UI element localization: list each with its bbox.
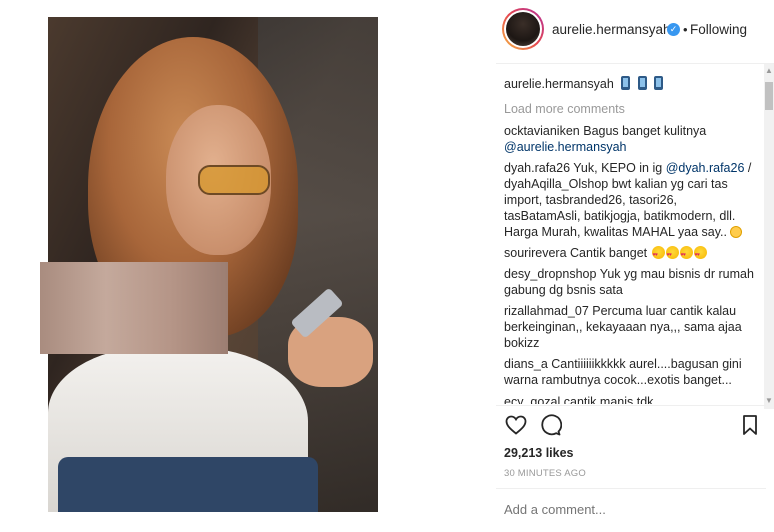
censor-blur-box bbox=[40, 262, 228, 354]
comment-mention[interactable]: @dyah.rafa26 bbox=[666, 161, 745, 175]
comment-item: ecy_gozal cantik manis tdk bbox=[504, 394, 754, 404]
header-divider bbox=[496, 63, 774, 64]
likes-count[interactable]: 29,213 likes bbox=[504, 446, 574, 460]
comment-item: rizallahmad_07 Percuma luar cantik kalau… bbox=[504, 303, 754, 351]
comment-username[interactable]: ocktavianiken bbox=[504, 124, 580, 138]
comment-username[interactable]: dians_a bbox=[504, 357, 548, 371]
photo-sunglasses bbox=[198, 165, 270, 195]
comment-text: cantik manis tdk bbox=[563, 395, 654, 404]
following-button[interactable]: Following bbox=[690, 22, 747, 37]
comment-username[interactable]: dyah.rafa26 bbox=[504, 161, 570, 175]
comment-mention[interactable]: @aurelie.hermansyah bbox=[504, 140, 626, 154]
verified-badge-icon: ✓ bbox=[667, 23, 680, 36]
post-header: aurelie.hermansyah ✓ • Following bbox=[496, 8, 774, 52]
heart-eyes-emoji bbox=[693, 246, 707, 263]
avatar-story-ring[interactable] bbox=[502, 8, 544, 50]
comment-item: ocktavianiken Bagus banget kulitnya @aur… bbox=[504, 123, 754, 155]
add-comment-input[interactable] bbox=[504, 502, 754, 517]
heart-eyes-emoji bbox=[679, 246, 693, 263]
heart-eyes-emoji bbox=[665, 246, 679, 263]
post-timestamp: 30 MINUTES AGO bbox=[504, 468, 586, 479]
comment-username[interactable]: ecy_gozal bbox=[504, 395, 560, 404]
comment-item: desy_dropnshop Yuk yg mau bisnis dr ruma… bbox=[504, 266, 754, 298]
caption: aurelie.hermansyah bbox=[504, 76, 664, 92]
comments-list: aurelie.hermansyah Load more comments oc… bbox=[504, 74, 766, 404]
comment-username[interactable]: desy_dropnshop bbox=[504, 267, 596, 281]
comment-text: Bagus banget kulitnya bbox=[583, 124, 707, 138]
speech-bubble-icon[interactable] bbox=[538, 413, 562, 437]
comment-username[interactable]: rizallahmad_07 bbox=[504, 304, 589, 318]
comments-scrollbar[interactable]: ▲ ▼ bbox=[764, 64, 774, 409]
mobile-phone-emoji bbox=[637, 76, 647, 90]
comment-box-divider bbox=[496, 488, 766, 489]
photo-jeans bbox=[58, 457, 318, 512]
comment-username[interactable]: sourirevera bbox=[504, 246, 567, 260]
post-actions bbox=[504, 413, 766, 439]
caption-username[interactable]: aurelie.hermansyah bbox=[504, 77, 614, 91]
header-separator: • bbox=[683, 22, 688, 37]
heart-eyes-emoji bbox=[651, 246, 665, 263]
post-side-panel: aurelie.hermansyah ✓ • Following aurelie… bbox=[496, 0, 774, 532]
comment-item: dians_a Cantiiiiiikkkkk aurel....bagusan… bbox=[504, 356, 754, 388]
header-username[interactable]: aurelie.hermansyah bbox=[552, 22, 671, 37]
actions-divider bbox=[496, 405, 766, 406]
load-more-comments-button[interactable]: Load more comments bbox=[504, 101, 625, 117]
avatar-image bbox=[506, 12, 540, 46]
comment-item: dyah.rafa26 Yuk, KEPO in ig @dyah.rafa26… bbox=[504, 160, 754, 240]
scrollbar-thumb[interactable] bbox=[765, 82, 773, 110]
mobile-phone-emoji bbox=[654, 76, 664, 90]
smile-emoji bbox=[730, 226, 743, 238]
avatar[interactable] bbox=[504, 10, 542, 48]
mobile-phone-emoji bbox=[621, 76, 631, 90]
comment-text: Cantik banget bbox=[570, 246, 648, 260]
bookmark-icon[interactable] bbox=[738, 413, 762, 437]
comment-item: sourirevera Cantik banget bbox=[504, 245, 754, 263]
scroll-up-arrow-icon[interactable]: ▲ bbox=[764, 64, 774, 78]
comment-text: Yuk, KEPO in ig bbox=[573, 161, 663, 175]
heart-outline-icon[interactable] bbox=[504, 413, 528, 437]
